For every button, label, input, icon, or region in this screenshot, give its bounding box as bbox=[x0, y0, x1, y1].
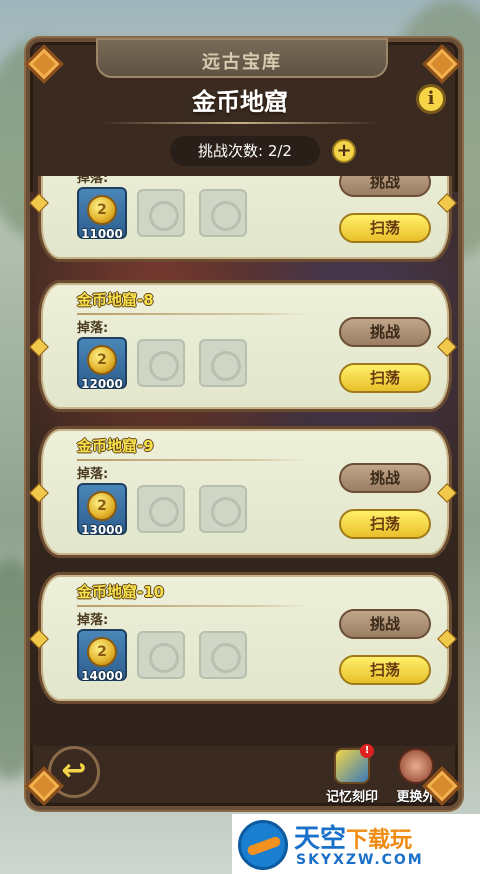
title-divider bbox=[100, 122, 380, 124]
drop-label: 掉落: bbox=[77, 321, 109, 336]
watermark-brand: 天空下载玩 bbox=[294, 824, 413, 854]
challenge-button[interactable]: 挑战 bbox=[339, 609, 431, 639]
dungeon-title: 金币地窟-9 bbox=[77, 437, 154, 455]
reward-gold-tile[interactable]: 2 12000 bbox=[77, 337, 127, 391]
reward-amount: 12000 bbox=[81, 377, 123, 391]
card-divider bbox=[77, 605, 307, 607]
empty-reward-slot bbox=[137, 189, 185, 237]
attempts-counter: 挑战次数: 2/2 bbox=[170, 136, 320, 166]
title-area: 金币地窟 挑战次数: 2/2 + bbox=[40, 78, 440, 170]
challenge-button[interactable]: 挑战 bbox=[339, 463, 431, 493]
empty-reward-slot bbox=[137, 631, 185, 679]
sweep-button[interactable]: 扫荡 bbox=[339, 509, 431, 539]
card-divider bbox=[77, 459, 307, 461]
sweep-button[interactable]: 扫荡 bbox=[339, 213, 431, 243]
gold-coin-icon: 2 bbox=[87, 637, 117, 667]
info-button[interactable]: i bbox=[416, 84, 446, 114]
card-divider bbox=[77, 313, 307, 315]
gold-coin-icon: 2 bbox=[87, 345, 117, 375]
empty-reward-slot bbox=[137, 339, 185, 387]
site-logo-icon bbox=[238, 820, 288, 870]
empty-reward-slot bbox=[137, 485, 185, 533]
dungeon-title: 金币地窟-8 bbox=[77, 291, 154, 309]
page-title: 金币地窟 bbox=[192, 88, 288, 116]
dungeon-card: 金币地窟-8 掉落: 2 12000 挑战 扫荡 bbox=[38, 280, 452, 412]
reward-gold-tile[interactable]: 2 14000 bbox=[77, 629, 127, 683]
bottom-bar: ↩ ! 记忆刻印 更换外 bbox=[26, 736, 462, 810]
section-header: 远古宝库 bbox=[96, 38, 388, 78]
sweep-button[interactable]: 扫荡 bbox=[339, 655, 431, 685]
dungeon-card: 掉落: 2 11000 挑战 扫荡 bbox=[38, 176, 452, 262]
reward-gold-tile[interactable]: 2 13000 bbox=[77, 483, 127, 537]
add-attempts-button[interactable]: + bbox=[332, 139, 356, 163]
dungeon-card: 金币地窟-9 掉落: 2 13000 挑战 扫荡 bbox=[38, 426, 452, 558]
empty-reward-slot bbox=[199, 631, 247, 679]
reward-gold-tile[interactable]: 2 11000 bbox=[77, 187, 127, 241]
dungeon-list[interactable]: 掉落: 2 11000 挑战 扫荡 金币地窟-8 掉落: 2 12000 挑战 … bbox=[26, 176, 462, 720]
drop-label: 掉落: bbox=[77, 176, 109, 186]
empty-reward-slot bbox=[199, 339, 247, 387]
dungeon-card: 金币地窟-10 掉落: 2 14000 挑战 扫荡 bbox=[38, 572, 452, 704]
site-watermark: 天空下载玩 SKYXZW.COM bbox=[232, 814, 480, 874]
reward-amount: 13000 bbox=[81, 523, 123, 537]
drop-label: 掉落: bbox=[77, 467, 109, 482]
gold-coin-icon: 2 bbox=[87, 491, 117, 521]
sweep-button[interactable]: 扫荡 bbox=[339, 363, 431, 393]
challenge-button[interactable]: 挑战 bbox=[339, 176, 431, 197]
drop-label: 掉落: bbox=[77, 613, 109, 628]
section-label: 远古宝库 bbox=[202, 52, 282, 73]
reward-amount: 11000 bbox=[81, 227, 123, 241]
memory-imprint-button[interactable]: ! 记忆刻印 bbox=[322, 744, 382, 805]
challenge-button[interactable]: 挑战 bbox=[339, 317, 431, 347]
gold-coin-icon: 2 bbox=[87, 195, 117, 225]
empty-reward-slot bbox=[199, 189, 247, 237]
dungeon-title: 金币地窟-10 bbox=[77, 583, 165, 601]
watermark-url: SKYXZW.COM bbox=[296, 852, 424, 868]
reward-amount: 14000 bbox=[81, 669, 123, 683]
memory-imprint-label: 记忆刻印 bbox=[325, 790, 378, 805]
alert-badge: ! bbox=[360, 744, 374, 758]
empty-reward-slot bbox=[199, 485, 247, 533]
